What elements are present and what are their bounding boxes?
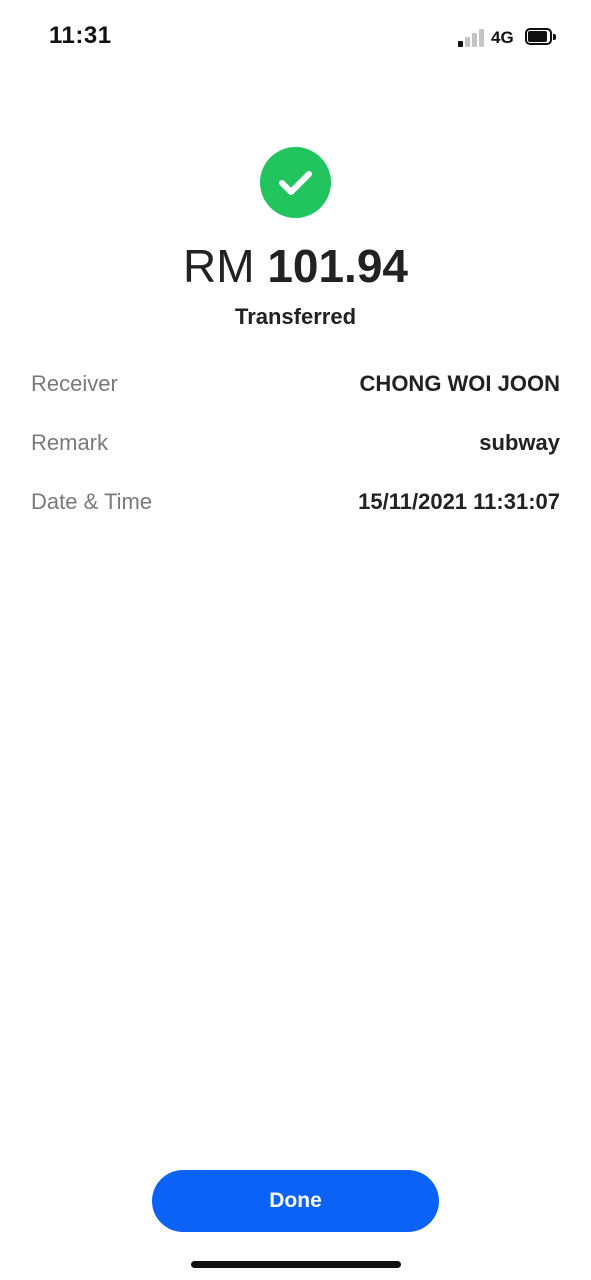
home-indicator[interactable] xyxy=(191,1261,401,1268)
status-bar: 11:31 4G xyxy=(0,0,591,76)
detail-label: Receiver xyxy=(31,371,118,396)
detail-value: CHONG WOI JOON xyxy=(359,371,560,396)
network-type: 4G xyxy=(491,28,514,47)
detail-row-date-time: Date & Time 15/11/2021 11:31:07 xyxy=(31,483,560,542)
detail-label: Date & Time xyxy=(31,489,153,514)
detail-row-remark: Remark subway xyxy=(31,424,560,483)
battery-icon xyxy=(525,28,556,45)
transfer-amount: RM 101.94 xyxy=(0,236,591,296)
check-circle-icon xyxy=(260,147,331,218)
transfer-status: Transferred xyxy=(234,304,357,329)
done-button[interactable]: Done xyxy=(152,1170,439,1232)
detail-value: subway xyxy=(479,430,560,455)
status-time: 11:31 xyxy=(49,22,112,49)
battery-fill xyxy=(528,31,547,42)
detail-label: Remark xyxy=(31,430,109,455)
transfer-details: Receiver CHONG WOI JOON Remark subway Da… xyxy=(31,365,560,542)
amount-value: 101.94 xyxy=(267,240,409,292)
detail-row-receiver: Receiver CHONG WOI JOON xyxy=(31,365,560,424)
detail-value: 15/11/2021 11:31:07 xyxy=(358,489,560,514)
cellular-signal-icon xyxy=(458,29,486,47)
currency-code: RM xyxy=(182,240,255,292)
